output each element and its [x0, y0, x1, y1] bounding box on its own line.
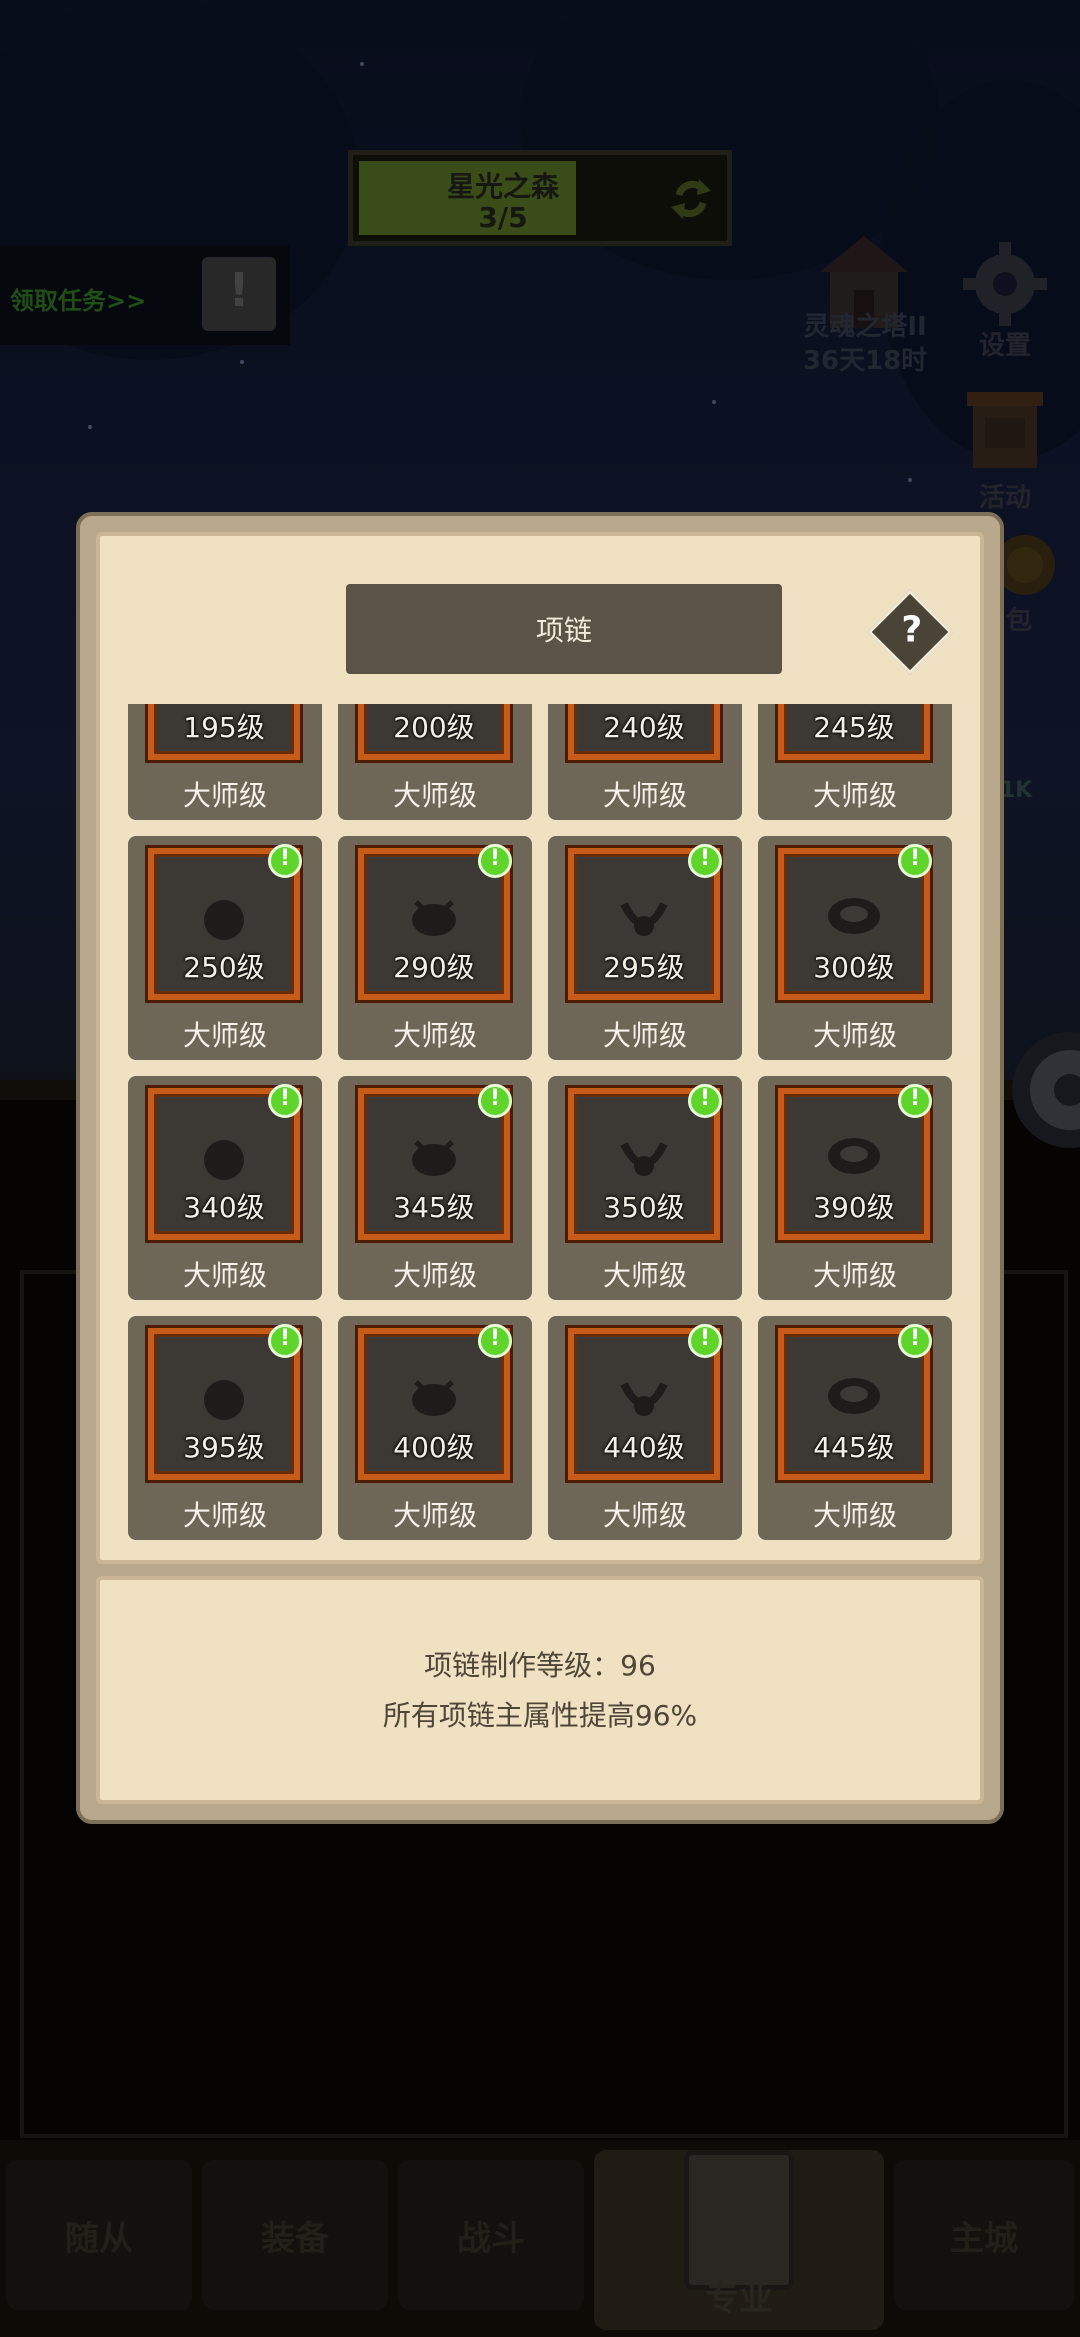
- alert-badge-icon: !: [898, 1084, 932, 1118]
- item-frame: 240级: [568, 704, 720, 760]
- recipe-card[interactable]: 300级! 大师级: [758, 836, 952, 1060]
- alert-badge-icon: !: [268, 1324, 302, 1358]
- alert-badge-icon: !: [478, 1084, 512, 1118]
- recipe-card[interactable]: 390级! 大师级: [758, 1076, 952, 1300]
- item-rank: 大师级: [602, 779, 687, 812]
- item-rank: 大师级: [812, 1259, 897, 1292]
- modal-title: 项链: [535, 614, 592, 647]
- alert-badge-icon: !: [268, 844, 302, 878]
- badge-symbol: !: [909, 1326, 921, 1351]
- recipe-list-panel: 项链 ? 195级 大师级 200级 大师级 240级 大师级 245级 大师级 250级! 大师…: [96, 532, 984, 1564]
- alert-badge-icon: !: [478, 1324, 512, 1358]
- item-frame: 245级: [778, 704, 930, 760]
- recipe-card[interactable]: 440级! 大师级: [548, 1316, 742, 1540]
- item-level: 295级: [603, 951, 685, 984]
- recipe-card[interactable]: 295级! 大师级: [548, 836, 742, 1060]
- question-icon: ?: [901, 609, 923, 651]
- item-rank: 大师级: [602, 1499, 687, 1532]
- recipe-card[interactable]: 395级! 大师级: [128, 1316, 322, 1540]
- item-rank: 大师级: [602, 1019, 687, 1052]
- horned-beetle-necklace-icon: [412, 900, 456, 936]
- badge-symbol: !: [699, 1086, 711, 1111]
- attribute-bonus-text: 所有项链主属性提高96%: [382, 1699, 698, 1732]
- badge-symbol: !: [279, 846, 291, 871]
- item-rank: 大师级: [812, 779, 897, 812]
- collar-necklace-icon: [412, 1380, 456, 1416]
- item-rank: 大师级: [182, 779, 267, 812]
- item-rank: 大师级: [812, 1499, 897, 1532]
- item-level: 240级: [603, 711, 685, 744]
- item-level: 290级: [393, 951, 475, 984]
- recipe-card[interactable]: 445级! 大师级: [758, 1316, 952, 1540]
- snail-necklace-icon: [620, 1142, 668, 1176]
- badge-symbol: !: [489, 1086, 501, 1111]
- crafting-info-panel: 项链制作等级：96 所有项链主属性提高96%: [96, 1576, 984, 1804]
- alert-badge-icon: !: [268, 1084, 302, 1118]
- badge-symbol: !: [909, 1086, 921, 1111]
- alert-badge-icon: !: [688, 1324, 722, 1358]
- lantern-necklace-icon: [412, 1140, 456, 1176]
- item-level: 250级: [183, 951, 265, 984]
- ring-necklace-icon: [828, 898, 880, 934]
- recipe-card[interactable]: 195级大师级: [128, 704, 322, 820]
- item-level: 390级: [813, 1191, 895, 1224]
- spider-necklace-icon: [620, 1382, 668, 1416]
- alert-badge-icon: !: [898, 1324, 932, 1358]
- horned-skull-necklace-icon: [828, 1138, 880, 1174]
- item-frame: 195级: [148, 704, 300, 760]
- badge-symbol: !: [489, 846, 501, 871]
- alert-badge-icon: !: [478, 844, 512, 878]
- item-level: 350级: [603, 1191, 685, 1224]
- item-level: 445级: [813, 1431, 895, 1464]
- alert-badge-icon: !: [688, 844, 722, 878]
- claw-necklace-icon: [620, 902, 668, 936]
- recipe-card[interactable]: 290级! 大师级: [338, 836, 532, 1060]
- game-screen: 星光之森 3/5 领取任务>> ! 灵魂之塔II 36天18时 设置 活动 包 …: [0, 0, 1080, 2337]
- item-level: 400级: [393, 1431, 475, 1464]
- crafting-level-text: 项链制作等级：96: [424, 1649, 656, 1682]
- pendant-necklace-icon: [828, 1378, 880, 1414]
- alert-badge-icon: !: [688, 1084, 722, 1118]
- item-rank: 大师级: [812, 1019, 897, 1052]
- necklace-modal: 项链 ? 195级 大师级 200级 大师级 240级 大师级 245级 大师级 250级! 大师…: [76, 512, 1004, 1824]
- item-rank: 大师级: [182, 1019, 267, 1052]
- recipe-card[interactable]: 240级大师级: [548, 704, 742, 820]
- item-level: 300级: [813, 951, 895, 984]
- badge-symbol: !: [279, 1326, 291, 1351]
- item-rank: 大师级: [182, 1499, 267, 1532]
- item-level: 345级: [393, 1191, 475, 1224]
- item-level: 195级: [183, 711, 265, 744]
- badge-symbol: !: [909, 846, 921, 871]
- recipe-card[interactable]: 400级! 大师级: [338, 1316, 532, 1540]
- badge-symbol: !: [279, 1086, 291, 1111]
- help-button[interactable]: ?: [867, 589, 953, 675]
- alert-badge-icon: !: [898, 844, 932, 878]
- item-rank: 大师级: [392, 1499, 477, 1532]
- recipe-card[interactable]: 340级! 大师级: [128, 1076, 322, 1300]
- recipe-card[interactable]: 200级大师级: [338, 704, 532, 820]
- badge-symbol: !: [699, 1326, 711, 1351]
- recipe-card[interactable]: 245级大师级: [758, 704, 952, 820]
- item-rank: 大师级: [182, 1259, 267, 1292]
- modal-title-banner: 项链: [346, 584, 782, 674]
- item-level: 395级: [183, 1431, 265, 1464]
- recipe-card[interactable]: 345级! 大师级: [338, 1076, 532, 1300]
- item-level: 440级: [603, 1431, 685, 1464]
- item-frame: 200级: [358, 704, 510, 760]
- item-rank: 大师级: [392, 779, 477, 812]
- item-level: 245级: [813, 711, 895, 744]
- tentacle-orb-necklace-icon: [204, 1140, 244, 1180]
- recipe-card[interactable]: 350级! 大师级: [548, 1076, 742, 1300]
- recipe-grid-viewport[interactable]: 195级 大师级 200级 大师级 240级 大师级 245级 大师级 250级! 大师级 290级…: [128, 704, 960, 1564]
- item-rank: 大师级: [392, 1019, 477, 1052]
- item-level: 340级: [183, 1191, 265, 1224]
- item-rank: 大师级: [392, 1259, 477, 1292]
- spiral-shell-necklace-icon: [204, 900, 244, 940]
- badge-symbol: !: [489, 1326, 501, 1351]
- recipe-card[interactable]: 250级! 大师级: [128, 836, 322, 1060]
- item-rank: 大师级: [602, 1259, 687, 1292]
- gem-cluster-necklace-icon: [204, 1380, 244, 1420]
- item-level: 200级: [393, 711, 475, 744]
- badge-symbol: !: [699, 846, 711, 871]
